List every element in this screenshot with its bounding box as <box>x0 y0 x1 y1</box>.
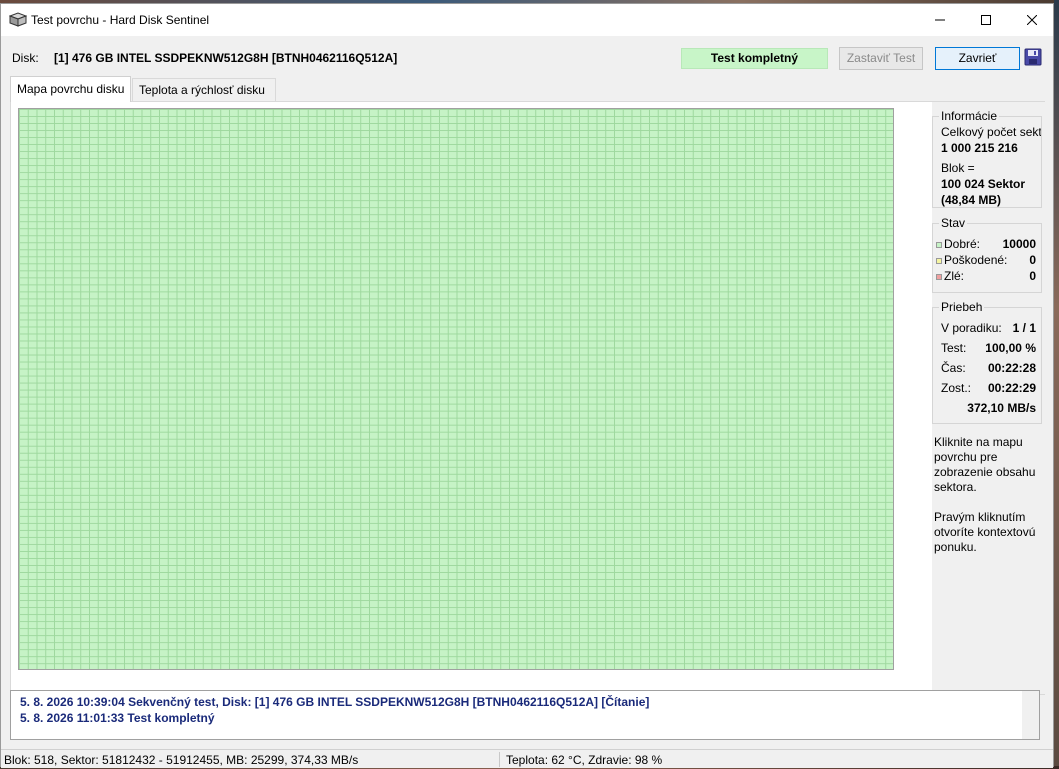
minimize-button[interactable] <box>917 4 963 36</box>
help-text-rightclick: Pravým kliknutím otvoríte kontextovú pon… <box>934 510 1036 554</box>
desktop-background-right <box>1054 0 1059 769</box>
good-value: 10000 <box>1002 237 1036 251</box>
status-group-title: Stav <box>939 216 968 230</box>
block-size: (48,84 MB) <box>941 193 1002 207</box>
block-label: Blok = <box>941 161 975 175</box>
log-line: 5. 8. 2026 10:39:04 Sekvenčný test, Disk… <box>20 695 650 709</box>
tab-temperature-speed[interactable]: Teplota a rýchlosť disku <box>132 78 276 102</box>
close-button[interactable]: Zavrieť <box>935 47 1020 70</box>
close-icon <box>1027 15 1037 25</box>
disk-label: Disk: <box>12 51 39 65</box>
disk-bar: Disk: [1] 476 GB INTEL SSDPEKNW512G8H [B… <box>1 40 1053 74</box>
status-bar: Blok: 518, Sektor: 51812432 - 51912455, … <box>1 749 1053 768</box>
log-line: 5. 8. 2026 11:01:33 Test kompletný <box>20 711 215 725</box>
progress-group-title: Priebeh <box>939 300 985 314</box>
time-label: Čas: <box>941 361 966 375</box>
status-divider <box>499 752 500 767</box>
map-margin <box>894 108 926 686</box>
damaged-row: Poškodené: <box>936 253 1007 267</box>
tab-panel: Informácie Celkový počet sektorov: 1 000… <box>10 101 1046 695</box>
status-group: Stav Dobré: 10000 Poškodené: 0 Zlé: 0 <box>932 216 1042 293</box>
info-group: Informácie Celkový počet sektorov: 1 000… <box>932 109 1042 208</box>
help-text-click: Kliknite na mapu povrchu pre zobrazenie … <box>934 435 1036 494</box>
surface-test-window: Test povrchu - Hard Disk Sentinel Disk: … <box>0 3 1054 768</box>
remaining-value: 00:22:29 <box>987 381 1036 395</box>
remaining-label: Zost.: <box>941 381 972 395</box>
bad-color-swatch <box>936 273 942 280</box>
speed-value: 372,10 MB/s <box>967 401 1036 415</box>
block-value: 100 024 Sektor <box>941 177 1026 191</box>
window-title: Test povrchu - Hard Disk Sentinel <box>31 13 210 27</box>
map-margin-bottom <box>18 670 926 686</box>
order-value: 1 / 1 <box>1012 321 1036 335</box>
test-label: Test: <box>941 341 967 355</box>
close-window-button[interactable] <box>1009 4 1055 36</box>
good-color-swatch <box>936 241 942 248</box>
progress-group: Priebeh V poradiku: 1 / 1 Test: 100,00 %… <box>932 300 1042 424</box>
log-scrollbar[interactable] <box>1022 691 1039 739</box>
good-label: Dobré: <box>944 237 981 251</box>
maximize-button[interactable] <box>963 4 1009 36</box>
damaged-label: Poškodené: <box>944 253 1008 267</box>
test-status-badge: Test kompletný <box>681 48 828 69</box>
surface-map-grid[interactable] <box>18 108 894 670</box>
event-log[interactable]: 5. 8. 2026 10:39:04 Sekvenčný test, Disk… <box>10 690 1040 740</box>
status-temperature-health: Teplota: 62 °C, Zdravie: 98 % <box>506 753 663 767</box>
info-sidebar: Informácie Celkový počet sektorov: 1 000… <box>932 102 1046 694</box>
minimize-icon <box>935 19 945 21</box>
stop-test-button[interactable]: Zastaviť Test <box>839 47 923 70</box>
title-bar[interactable]: Test povrchu - Hard Disk Sentinel <box>1 4 1053 36</box>
time-value: 00:22:28 <box>987 361 1036 375</box>
app-icon <box>9 12 27 27</box>
order-label: V poradiku: <box>941 321 1002 335</box>
damaged-value: 0 <box>1029 253 1036 267</box>
bad-row: Zlé: <box>936 269 964 283</box>
info-group-title: Informácie <box>939 109 1000 123</box>
disk-value: [1] 476 GB INTEL SSDPEKNW512G8H [BTNH046… <box>54 51 398 65</box>
save-icon[interactable] <box>1024 48 1042 66</box>
tab-surface-map[interactable]: Mapa povrchu disku <box>10 76 131 102</box>
good-row: Dobré: <box>936 237 980 251</box>
status-block-info: Blok: 518, Sektor: 51812432 - 51912455, … <box>4 753 359 767</box>
total-sectors-label: Celkový počet sektorov: <box>941 125 1041 139</box>
bad-label: Zlé: <box>944 269 965 283</box>
maximize-icon <box>981 15 991 25</box>
bad-value: 0 <box>1029 269 1036 283</box>
damaged-color-swatch <box>936 257 942 264</box>
test-value: 100,00 % <box>985 341 1036 355</box>
total-sectors-value: 1 000 215 216 <box>941 141 1018 155</box>
